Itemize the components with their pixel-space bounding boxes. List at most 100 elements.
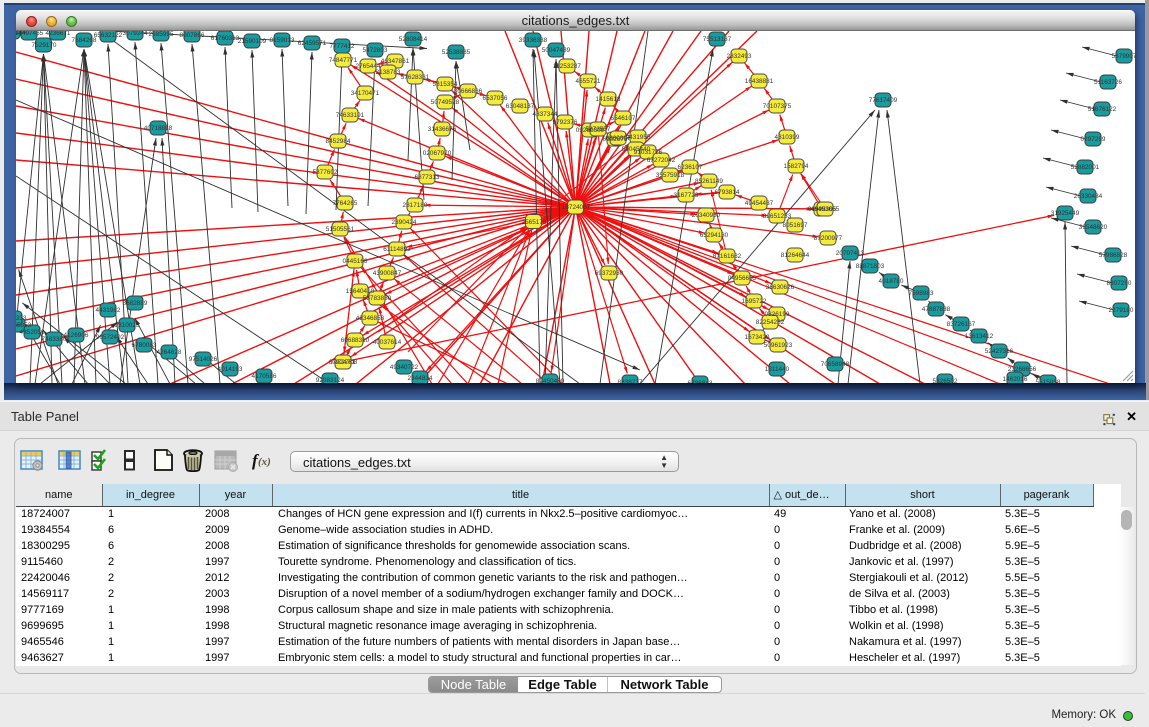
svg-text:18724007: 18724007 [562, 204, 591, 211]
svg-text:6236107: 6236107 [678, 164, 703, 171]
svg-text:8807290: 8807290 [1107, 280, 1132, 287]
svg-text:4655721: 4655721 [576, 78, 601, 85]
svg-text:47887838: 47887838 [922, 306, 951, 313]
svg-text:46493665: 46493665 [811, 206, 840, 213]
svg-text:1462016: 1462016 [1003, 376, 1028, 383]
svg-text:4126906: 4126906 [64, 332, 89, 339]
svg-text:57628331: 57628331 [401, 74, 430, 81]
svg-text:1311440: 1311440 [765, 366, 790, 373]
svg-text:8452984: 8452984 [326, 138, 351, 145]
svg-text:46347861: 46347861 [381, 58, 410, 65]
svg-text:3167723: 3167723 [674, 192, 699, 199]
svg-text:2138783: 2138783 [376, 69, 401, 76]
svg-text:51163726: 51163726 [1094, 79, 1122, 86]
svg-text:36630626: 36630626 [766, 284, 795, 291]
svg-text:8838737: 8838737 [618, 379, 643, 383]
svg-text:1582794: 1582794 [784, 163, 809, 170]
svg-text:42346853: 42346853 [356, 315, 385, 322]
svg-text:4018780: 4018780 [879, 278, 904, 285]
svg-text:1673420: 1673420 [745, 334, 770, 341]
svg-text:7529170: 7529170 [32, 42, 57, 49]
svg-text:6877313: 6877313 [415, 174, 440, 181]
svg-text:53783830: 53783830 [363, 295, 392, 302]
svg-text:82651233: 82651233 [763, 213, 792, 220]
svg-text:31436676: 31436676 [428, 126, 457, 133]
svg-text:92083124: 92083124 [316, 377, 345, 383]
svg-text:4264628: 4264628 [157, 349, 182, 356]
svg-text:9310025: 9310025 [115, 322, 140, 329]
svg-text:50047439: 50047439 [542, 47, 571, 54]
svg-text:61760313: 61760313 [211, 35, 240, 42]
svg-text:6786843: 6786843 [688, 380, 713, 383]
svg-text:2332493: 2332493 [727, 53, 752, 60]
svg-text:3079244: 3079244 [123, 31, 148, 37]
svg-text:0431955: 0431955 [626, 134, 651, 141]
svg-text:5326502: 5326502 [933, 378, 958, 383]
svg-text:20340930: 20340930 [692, 212, 721, 219]
svg-text:40037614: 40037614 [373, 339, 402, 346]
svg-text:8159013: 8159013 [270, 37, 295, 44]
svg-text:75513137: 75513137 [703, 36, 732, 43]
svg-text:2344834: 2344834 [408, 375, 433, 382]
svg-text:9792376: 9792376 [553, 119, 578, 126]
svg-text:7598983: 7598983 [909, 290, 934, 297]
svg-text:49454437: 49454437 [745, 200, 774, 207]
svg-text:2817180: 2817180 [403, 202, 428, 209]
svg-text:02067970: 02067970 [423, 150, 452, 157]
svg-text:7777412: 7777412 [330, 43, 355, 50]
svg-text:77617409: 77617409 [869, 97, 898, 104]
svg-text:50749528: 50749528 [431, 99, 460, 106]
svg-text:52538885: 52538885 [442, 49, 471, 56]
svg-text:67272042: 67272042 [647, 157, 676, 164]
svg-text:4170586: 4170586 [252, 373, 277, 380]
svg-text:10497465: 10497465 [16, 31, 44, 37]
svg-text:23268656: 23268656 [1008, 366, 1037, 373]
svg-text:21590109: 21590109 [238, 38, 267, 45]
svg-text:51676122: 51676122 [1088, 106, 1117, 113]
svg-text:70107375: 70107375 [763, 103, 792, 110]
svg-text:5515058: 5515058 [1036, 379, 1061, 383]
svg-text:2565178: 2565178 [522, 219, 547, 226]
svg-text:26330434: 26330434 [1074, 193, 1103, 200]
svg-text:87200977: 87200977 [814, 235, 843, 242]
svg-text:0445166: 0445166 [343, 258, 368, 265]
svg-text:97514026: 97514026 [189, 356, 218, 363]
svg-text:87161682: 87161682 [713, 253, 742, 260]
svg-text:5815354: 5815354 [433, 81, 458, 88]
svg-text:7764265: 7764265 [333, 200, 358, 207]
svg-text:49340722: 49340722 [390, 364, 419, 371]
svg-text:8907866: 8907866 [180, 32, 205, 39]
svg-text:57986828: 57986828 [1099, 252, 1128, 259]
svg-text:2685995: 2685995 [149, 31, 174, 38]
svg-text:1695722: 1695722 [742, 298, 767, 305]
svg-text:4310399: 4310399 [775, 134, 800, 141]
svg-text:34170471: 34170471 [351, 90, 380, 97]
svg-text:0297299: 0297299 [1081, 136, 1106, 143]
svg-text:52427316: 52427316 [985, 348, 1014, 355]
svg-text:6537056: 6537056 [483, 95, 508, 102]
svg-text:4337344: 4337344 [533, 111, 558, 118]
svg-text:91031776: 91031776 [634, 149, 663, 156]
svg-text:2390424: 2390424 [392, 219, 417, 226]
svg-text:60688310: 60688310 [341, 337, 370, 344]
svg-text:43900847: 43900847 [373, 270, 402, 277]
svg-text:15640410: 15640410 [346, 288, 375, 295]
svg-text:4014193: 4014193 [218, 366, 243, 373]
svg-text:(x): (x) [258, 456, 271, 468]
svg-text:7414333: 7414333 [16, 315, 27, 322]
svg-text:13613412: 13613412 [965, 333, 994, 340]
svg-text:52882001: 52882001 [1071, 164, 1100, 171]
svg-text:62459571: 62459571 [298, 40, 327, 47]
svg-text:8682889: 8682889 [123, 300, 148, 307]
svg-text:82450400: 82450400 [536, 378, 565, 383]
svg-text:5379907: 5379907 [1112, 53, 1135, 60]
svg-text:85261149: 85261149 [695, 178, 723, 185]
svg-text:65294130: 65294130 [700, 232, 729, 239]
svg-text:63048137: 63048137 [506, 103, 535, 110]
svg-text:74633191: 74633191 [336, 112, 365, 119]
svg-text:52808414: 52808414 [399, 36, 428, 43]
svg-text:83726167: 83726167 [947, 321, 976, 328]
svg-text:4236671: 4236671 [46, 31, 71, 37]
svg-text:11253287: 11253287 [553, 63, 581, 70]
svg-text:39548620: 39548620 [1079, 224, 1108, 231]
